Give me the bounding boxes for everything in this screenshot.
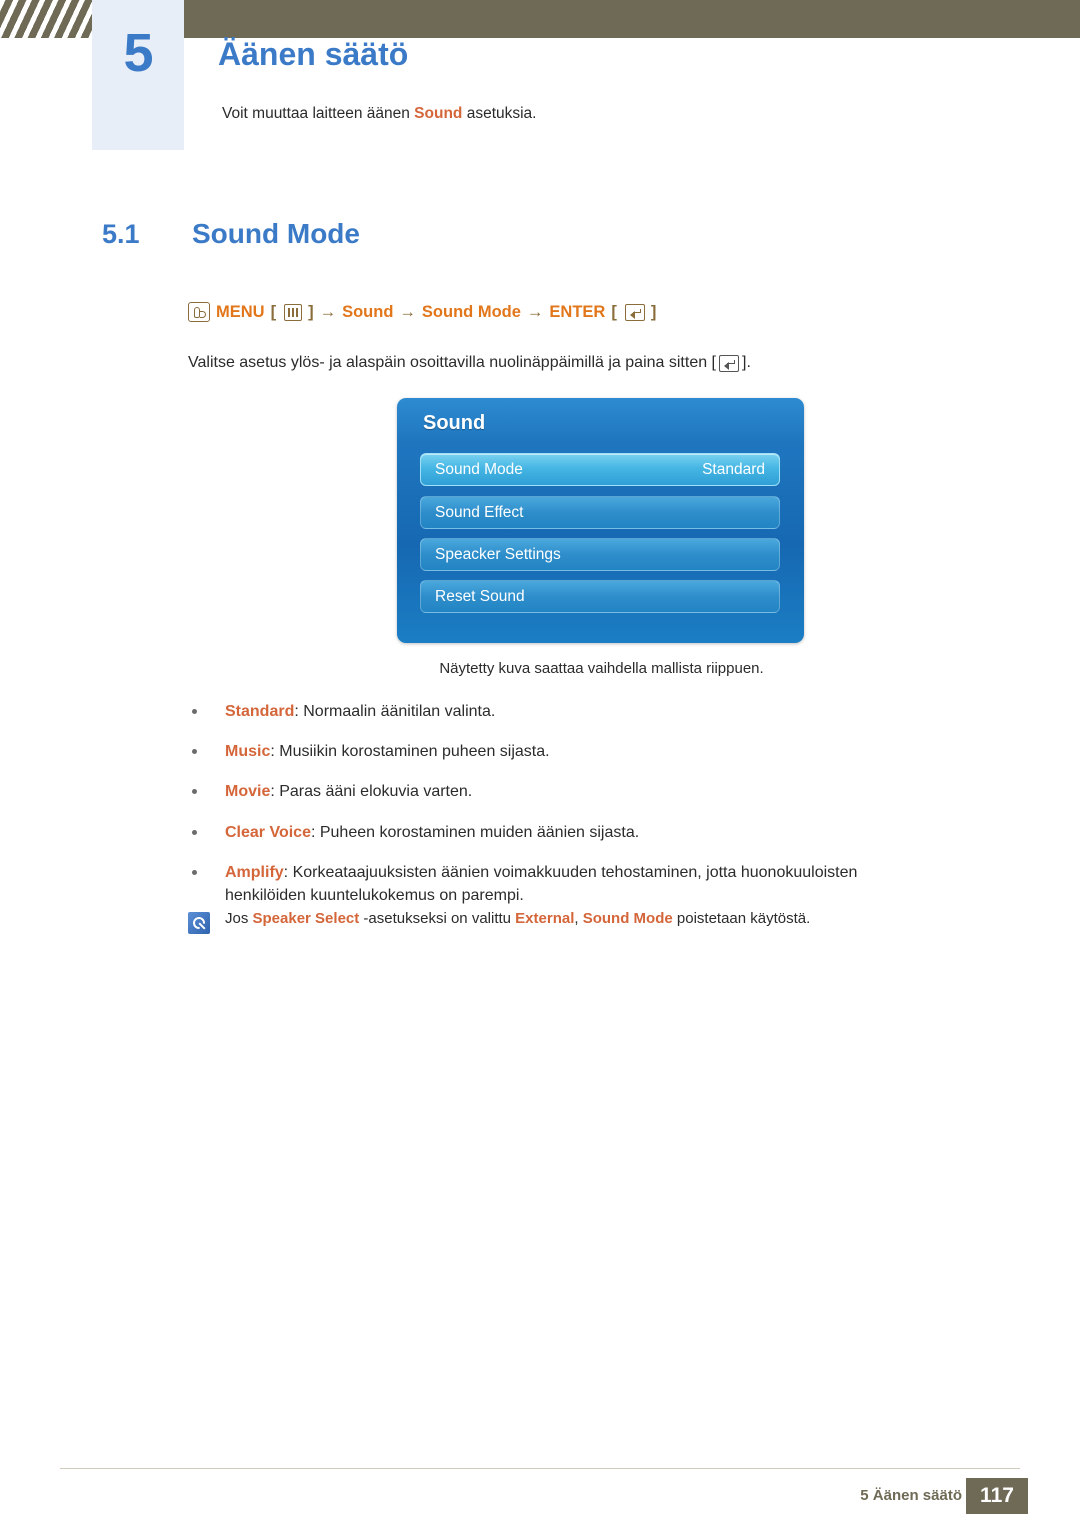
list-item: Music: Musiikin korostaminen puheen sija…	[188, 740, 928, 763]
option-desc: : Puheen korostaminen muiden äänien sija…	[310, 823, 640, 841]
option-desc: : Korkeataajuuksisten äänien voimakkuude…	[225, 863, 858, 904]
chapter-subtitle: Voit muuttaa laitteen äänen Sound asetuk…	[222, 105, 537, 123]
osd-row-reset-sound[interactable]: Reset Sound	[420, 580, 780, 613]
osd-caption: Näytetty kuva saattaa vaihdella mallista…	[439, 660, 764, 677]
instruction-text-after: ].	[742, 354, 751, 371]
enter-key-icon-inline	[719, 354, 739, 372]
option-term: Amplify	[225, 863, 284, 881]
note-box: Jos Speaker Select -asetukseksi on valit…	[188, 910, 948, 934]
osd-row-speacker-settings[interactable]: Speacker Settings	[420, 538, 780, 571]
osd-row-value: Standard	[702, 460, 765, 478]
note-highlight-speaker-select: Speaker Select	[252, 910, 360, 927]
menu-path-arrow-2: →	[399, 302, 416, 321]
osd-row-label: Sound Effect	[435, 503, 524, 521]
option-term: Movie	[225, 783, 271, 801]
footer-chapter-label: 5 Äänen säätö	[860, 1487, 962, 1504]
section-number: 5.1	[102, 219, 140, 249]
list-item: Standard: Normaalin äänitilan valinta.	[188, 700, 928, 723]
osd-row-sound-effect[interactable]: Sound Effect	[420, 496, 780, 529]
option-term: Music	[225, 743, 271, 761]
menu-path-bracket-open: [	[270, 302, 277, 321]
menu-path-arrow-1: →	[319, 302, 337, 321]
list-item: Clear Voice: Puheen korostaminen muiden …	[188, 821, 928, 844]
option-term: Clear Voice	[225, 823, 311, 841]
menu-path-bracket-open-2: [	[611, 302, 617, 321]
menu-bars-icon	[284, 303, 303, 321]
chapter-subtitle-highlight: Sound	[414, 105, 463, 122]
instruction-line: Valitse asetus ylös- ja alaspäin osoitta…	[188, 354, 751, 372]
chapter-subtitle-before: Voit muuttaa laitteen äänen	[222, 105, 415, 122]
list-item: Movie: Paras ääni elokuvia varten.	[188, 780, 928, 803]
page-title: Sound Mode	[192, 218, 360, 249]
note-highlight-external: External	[515, 910, 575, 927]
instruction-text-before: Valitse asetus ylös- ja alaspäin osoitta…	[188, 354, 716, 371]
note-text-p4: poistetaan käytöstä.	[672, 910, 811, 927]
menu-path-item-sound-mode: Sound Mode	[421, 302, 521, 321]
chapter-title: Äänen säätö	[218, 36, 409, 72]
header-hatch-decoration	[0, 0, 92, 38]
option-desc: : Normaalin äänitilan valinta.	[294, 703, 496, 720]
osd-row-label: Speacker Settings	[435, 545, 561, 563]
menu-path: MENU [ ] → Sound → Sound Mode → ENTER [ …	[188, 302, 662, 322]
note-text-p3: ,	[574, 910, 583, 927]
osd-title: Sound	[423, 412, 486, 434]
chapter-subtitle-after: asetuksia.	[462, 105, 537, 122]
osd-row-sound-mode[interactable]: Sound Mode Standard	[420, 453, 780, 486]
list-item: Amplify: Korkeataajuuksisten äänien voim…	[188, 861, 928, 907]
footer-divider	[60, 1468, 1020, 1469]
note-text-p1: Jos	[225, 910, 253, 927]
note-highlight-sound-mode: Sound Mode	[582, 910, 673, 927]
menu-path-enter-label: ENTER	[549, 302, 606, 321]
menu-path-arrow-3: →	[526, 302, 544, 321]
osd-row-label: Reset Sound	[435, 587, 525, 605]
option-term: Standard	[225, 703, 295, 720]
option-desc: : Musiikin korostaminen puheen sijasta.	[270, 743, 550, 761]
menu-path-bracket-close-2: ]	[650, 302, 657, 321]
menu-path-bracket-close: ]	[308, 302, 314, 321]
enter-key-icon	[624, 303, 645, 321]
osd-row-label: Sound Mode	[435, 460, 523, 478]
menu-path-item-sound: Sound	[342, 302, 394, 321]
note-text: Jos Speaker Select -asetukseksi on valit…	[225, 910, 810, 927]
menu-path-menu-label: MENU	[216, 302, 265, 321]
chapter-number: 5	[123, 23, 153, 83]
osd-panel: Sound Sound Mode Standard Sound Effect S…	[397, 398, 804, 643]
option-desc: : Paras ääni elokuvia varten.	[270, 783, 473, 801]
note-info-icon	[188, 912, 210, 934]
chapter-number-box: 5	[92, 0, 184, 150]
hand-press-icon	[188, 302, 210, 322]
note-text-p2: -asetukseksi on valittu	[359, 910, 516, 927]
option-list: Standard: Normaalin äänitilan valinta. M…	[188, 700, 928, 924]
footer-page-number: 117	[966, 1478, 1028, 1514]
